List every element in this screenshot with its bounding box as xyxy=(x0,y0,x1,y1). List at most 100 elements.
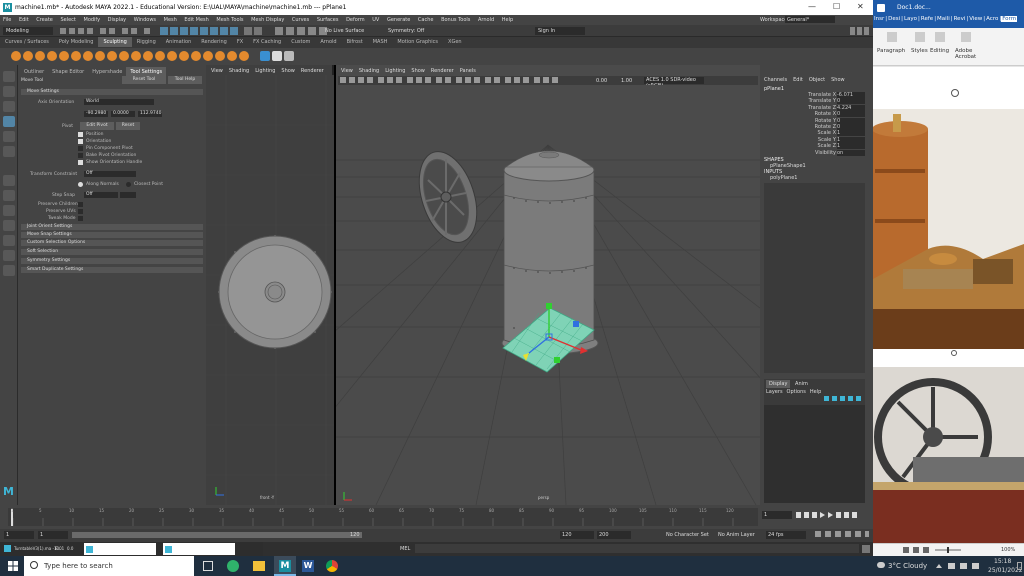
cb-menu-channels[interactable]: Channels xyxy=(764,77,787,83)
preserve-uvs-checkbox[interactable] xyxy=(78,209,83,214)
vp-main-menu-show[interactable]: Show xyxy=(408,67,428,75)
menu-arnold[interactable]: Arnold xyxy=(475,15,497,25)
menu-edit[interactable]: Edit xyxy=(16,15,32,25)
scene-end-field[interactable]: 200 xyxy=(597,531,631,539)
pin-component-pivot-checkbox[interactable] xyxy=(78,146,83,151)
smooth-tool-icon[interactable] xyxy=(22,51,33,61)
mini-window-1[interactable] xyxy=(84,543,156,555)
anim-layer-select[interactable]: No Anim Layer xyxy=(718,532,755,538)
menu-mesh[interactable]: Mesh xyxy=(161,15,180,25)
menu-modify[interactable]: Modify xyxy=(81,15,104,25)
mini-window-2[interactable] xyxy=(163,543,235,555)
playback-controls-icons[interactable] xyxy=(796,511,866,519)
menu-bonus-tools[interactable]: Bonus Tools xyxy=(438,15,473,25)
axis-orientation-select[interactable]: World xyxy=(84,99,154,105)
system-tray-icons[interactable] xyxy=(934,562,984,570)
word-tab-mailings[interactable]: Maili xyxy=(936,16,951,22)
mask-tool-icon[interactable] xyxy=(226,51,237,61)
colorspace-select[interactable]: ACES 1.0 SDR-video (sRGB) xyxy=(644,77,704,89)
relax-tool-icon[interactable] xyxy=(34,51,45,61)
vp-left-menu-shading[interactable]: Shading xyxy=(226,67,252,75)
mesh-display-icon[interactable] xyxy=(271,51,282,61)
vp-left-menu-show[interactable]: Show xyxy=(278,67,298,75)
reset-pivot-button[interactable]: Reset xyxy=(116,122,140,130)
tab-shape-editor[interactable]: Shape Editor xyxy=(48,67,88,77)
tab-poly-modeling[interactable]: Poly Modeling xyxy=(54,37,99,47)
resize-handle[interactable] xyxy=(951,350,957,356)
menu-windows[interactable]: Windows xyxy=(131,15,159,25)
tab-hypershade[interactable]: Hypershade xyxy=(88,67,126,77)
editing-group-button[interactable]: Editing xyxy=(930,48,949,54)
symmetry-settings-header[interactable]: Symmetry Settings xyxy=(21,258,203,264)
layer-tab-anim[interactable]: Anim xyxy=(792,380,811,388)
render-icons[interactable] xyxy=(275,27,330,35)
edit-pivot-button[interactable]: Edit Pivot xyxy=(80,122,114,130)
vp-left-menu-renderer[interactable]: Renderer xyxy=(298,67,327,75)
character-set-select[interactable]: No Character Set xyxy=(666,532,709,538)
workspace-select[interactable]: General* xyxy=(785,16,835,23)
tab-outliner[interactable]: Outliner xyxy=(20,67,48,77)
smart-duplicate-settings-header[interactable]: Smart Duplicate Settings xyxy=(21,267,203,273)
menu-mesh-display[interactable]: Mesh Display xyxy=(248,15,287,25)
repeat-tool-icon[interactable] xyxy=(106,51,117,61)
editing-icon[interactable] xyxy=(935,32,945,42)
file-explorer-icon[interactable] xyxy=(253,561,265,571)
soft-selection-header[interactable]: Soft Selection xyxy=(21,249,203,255)
vp-left-menu-lighting[interactable]: Lighting xyxy=(252,67,278,75)
paragraph-group-button[interactable]: Paragraph xyxy=(877,48,905,54)
tab-rigging[interactable]: Rigging xyxy=(132,37,161,47)
tab-animation[interactable]: Animation xyxy=(161,37,197,47)
bulge-tool-icon[interactable] xyxy=(190,51,201,61)
vp-main-menu-panels[interactable]: Panels xyxy=(457,67,479,75)
smear-tool-icon[interactable] xyxy=(178,51,189,61)
scrape-tool-icon[interactable] xyxy=(142,51,153,61)
cb-menu-object[interactable]: Object xyxy=(809,77,825,83)
pivot-y-field[interactable]: 0.0000 xyxy=(111,111,135,117)
tab-sculpting[interactable]: Sculpting xyxy=(98,37,132,47)
move-snap-settings-header[interactable]: Move Snap Settings xyxy=(21,232,203,238)
playback-start-field[interactable]: 1 xyxy=(38,531,68,539)
symmetry-label[interactable]: Symmetry: Off xyxy=(388,28,424,34)
cb-menu-edit[interactable]: Edit xyxy=(793,77,803,83)
zoom-level[interactable]: 100% xyxy=(1001,547,1015,553)
menu-mesh-tools[interactable]: Mesh Tools xyxy=(213,15,246,25)
vp-left-menu-view[interactable]: View xyxy=(208,67,226,75)
layout-two-icon[interactable] xyxy=(3,205,15,216)
tab-rendering[interactable]: Rendering xyxy=(196,37,232,47)
pivot-z-field[interactable]: 112.9740 xyxy=(138,111,162,117)
weather-text[interactable]: 3°C Cloudy xyxy=(888,562,927,570)
lasso-tool-icon[interactable] xyxy=(3,86,15,97)
current-frame-field[interactable]: 1 xyxy=(762,511,792,519)
live-surface-label[interactable]: No Live Surface xyxy=(325,28,364,34)
minimize-button[interactable]: — xyxy=(808,2,816,11)
tweak-mode-checkbox[interactable] xyxy=(78,216,83,221)
sign-in-button[interactable]: Sign In xyxy=(535,27,585,35)
knife-tool-icon[interactable] xyxy=(166,51,177,61)
step-snap-value-field[interactable] xyxy=(120,192,136,198)
select-tool-icon[interactable] xyxy=(3,71,15,82)
adobe-acrobat-group-button[interactable]: Adobe Acrobat xyxy=(955,48,983,60)
custom-selection-options-header[interactable]: Custom Selection Options xyxy=(21,240,203,246)
word-tab-review[interactable]: Revi xyxy=(953,16,967,22)
menu-select[interactable]: Select xyxy=(57,15,78,25)
tab-fx[interactable]: FX xyxy=(232,37,248,47)
styles-group-button[interactable]: Styles xyxy=(911,48,928,54)
closest-point-radio[interactable] xyxy=(126,182,131,187)
layout-four-icon[interactable] xyxy=(3,190,15,201)
cb-menu-show[interactable]: Show xyxy=(831,77,845,83)
paint-select-icon[interactable] xyxy=(3,101,15,112)
tab-motion-graphics[interactable]: Motion Graphics xyxy=(392,37,443,47)
visor-icon[interactable] xyxy=(283,51,294,61)
vp-main-menu-lighting[interactable]: Lighting xyxy=(382,67,408,75)
amplify-tool-icon[interactable] xyxy=(202,51,213,61)
word-document-page[interactable] xyxy=(872,67,1024,547)
range-slider[interactable] xyxy=(72,532,362,538)
menu-generate[interactable]: Generate xyxy=(384,15,413,25)
panel-toggle-icons[interactable] xyxy=(850,27,870,35)
joint-orient-settings-header[interactable]: Joint Orient Settings xyxy=(21,224,203,230)
scale-tool-icon[interactable] xyxy=(3,146,15,157)
steam-engine-photo[interactable] xyxy=(872,109,1024,349)
word-tab-view[interactable]: View xyxy=(968,16,983,22)
transform-constraint-select[interactable]: Off xyxy=(84,171,136,177)
position-checkbox[interactable] xyxy=(78,132,83,137)
